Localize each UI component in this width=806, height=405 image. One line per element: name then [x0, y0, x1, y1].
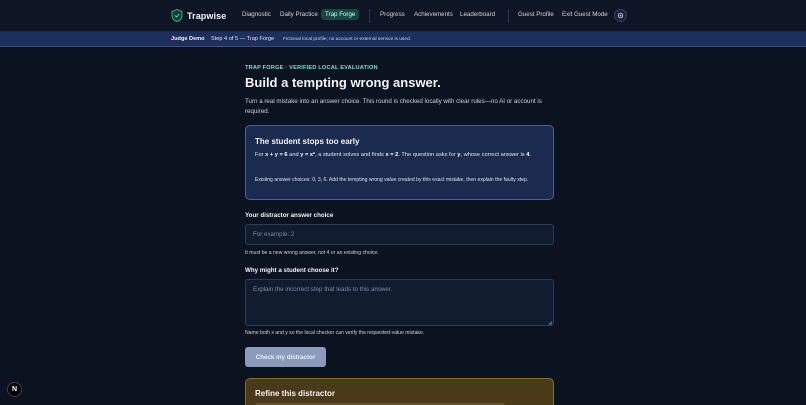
demo-step: Step 4 of 5 — Trap Forge [211, 36, 275, 42]
nav-guest-profile[interactable]: Guest Profile [518, 11, 554, 18]
resize-handle-icon[interactable]: ◢ [548, 320, 552, 326]
page-eyebrow: TRAP FORGE · VERIFIED LOCAL EVALUATION [245, 65, 378, 71]
brand-logo-link[interactable]: Trapwise [171, 9, 226, 22]
top-navigation: Trapwise Diagnostic Daily Practice Trap … [0, 0, 806, 32]
problem-statement: For x + y = 6 and y = x², a student solv… [255, 152, 531, 158]
nav-divider [369, 9, 370, 23]
nav-trap-forge[interactable]: Trap Forge [321, 9, 360, 20]
distractor-reason-textarea[interactable] [245, 279, 554, 326]
reason-field-label: Why might a student choose it? [245, 267, 339, 274]
shield-logo-icon [171, 9, 183, 22]
gear-icon [617, 12, 624, 19]
nav-divider [508, 9, 509, 23]
nav-diagnostic[interactable]: Diagnostic [242, 11, 271, 18]
nav-achievements[interactable]: Achievements [414, 11, 453, 18]
settings-button[interactable] [614, 9, 627, 22]
problem-instructions: Existing answer choices: 0, 3, 6. Add th… [255, 177, 529, 183]
brand-name: Trapwise [187, 10, 227, 21]
reason-help-text: Name both x and y so the local checker c… [245, 330, 425, 336]
check-distractor-button[interactable]: Check my distractor [245, 347, 326, 367]
dev-tools-badge[interactable]: N [7, 382, 22, 397]
problem-title: The student stops too early [255, 137, 360, 146]
distractor-answer-input[interactable] [245, 224, 554, 245]
page-title: Build a tempting wrong answer. [245, 75, 441, 90]
judge-demo-banner: Judge Demo Step 4 of 5 — Trap Forge Fict… [0, 32, 806, 47]
answer-help-text: It must be a new wrong answer, not 4 or … [245, 250, 379, 256]
answer-field-label: Your distractor answer choice [245, 212, 334, 219]
demo-title: Judge Demo [171, 36, 205, 42]
refine-title: Refine this distractor [255, 389, 336, 398]
refine-panel: Refine this distractor [245, 378, 554, 405]
demo-note: Fictional local profile; no account or e… [283, 36, 411, 42]
page-description: Turn a real mistake into an answer choic… [245, 98, 542, 115]
problem-card: The student stops too early For x + y = … [245, 125, 554, 200]
nav-daily-practice[interactable]: Daily Practice [280, 11, 318, 18]
nav-leaderboard[interactable]: Leaderboard [460, 11, 495, 18]
nav-progress[interactable]: Progress [380, 11, 405, 18]
nav-exit-guest-mode[interactable]: Exit Guest Mode [562, 11, 608, 18]
